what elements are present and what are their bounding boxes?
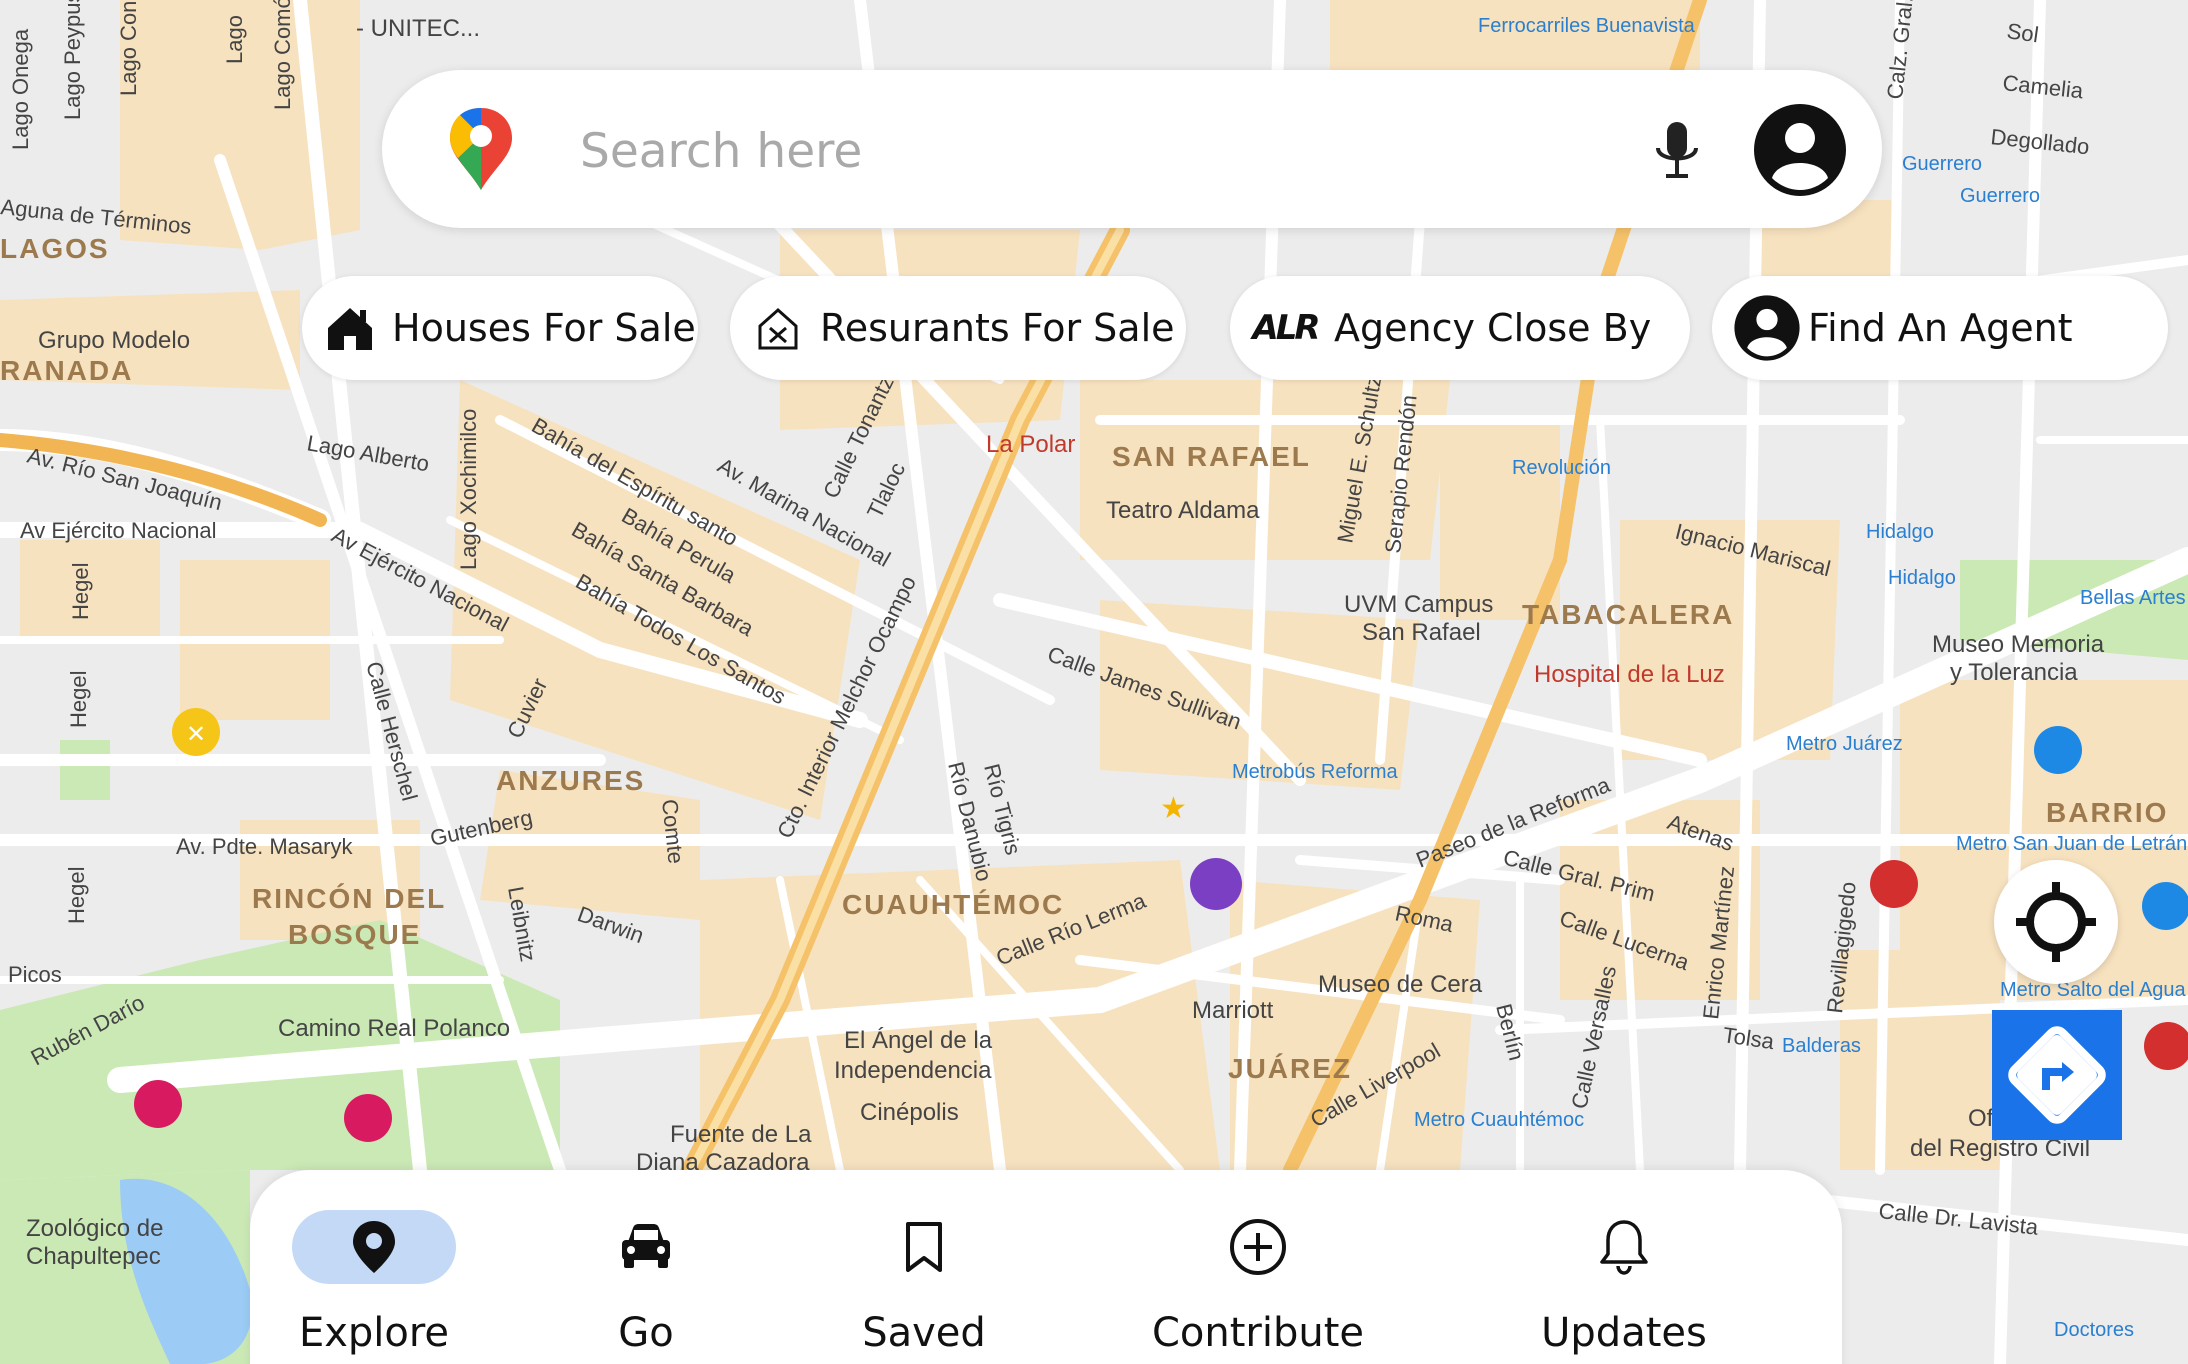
svg-text:Hospital de la Luz: Hospital de la Luz bbox=[1534, 661, 1725, 688]
svg-text:Teatro Aldama: Teatro Aldama bbox=[1106, 497, 1260, 524]
chip-label: Resurants For Sale bbox=[820, 306, 1175, 350]
directions-button[interactable] bbox=[1992, 1010, 2122, 1140]
svg-text:Metro Cuauhtémoc: Metro Cuauhtémoc bbox=[1414, 1109, 1584, 1131]
svg-text:Hegel: Hegel bbox=[64, 867, 89, 924]
svg-text:Lago Con: Lago Con bbox=[116, 1, 141, 96]
svg-text:BOSQUE: BOSQUE bbox=[288, 919, 421, 950]
nav-label: Explore bbox=[298, 1310, 450, 1356]
plus-circle-icon bbox=[1176, 1210, 1340, 1284]
svg-text:Lago Comó: Lago Comó bbox=[270, 0, 295, 110]
svg-text:Hidalgo: Hidalgo bbox=[1888, 567, 1956, 589]
svg-text:Zoológico de: Zoológico de bbox=[26, 1215, 163, 1242]
svg-text:ANZURES: ANZURES bbox=[496, 765, 645, 796]
svg-text:Doctores: Doctores bbox=[2054, 1319, 2134, 1341]
svg-text:Sol: Sol bbox=[2005, 18, 2040, 47]
directions-icon bbox=[2008, 1026, 2106, 1124]
svg-text:Museo de Cera: Museo de Cera bbox=[1318, 971, 1483, 998]
alr-logo-text: ALR bbox=[1252, 308, 1320, 348]
svg-text:Grupo Modelo: Grupo Modelo bbox=[38, 327, 190, 354]
svg-text:Camino Real Polanco: Camino Real Polanco bbox=[278, 1015, 510, 1042]
svg-text:Picos: Picos bbox=[8, 962, 62, 987]
chip-restaurants-for-sale[interactable]: Resurants For Sale bbox=[730, 276, 1186, 380]
nav-explore[interactable]: Explore bbox=[254, 1210, 494, 1364]
nav-label: Updates bbox=[1541, 1310, 1707, 1356]
bookmark-icon bbox=[842, 1210, 1006, 1284]
bar-marker bbox=[2034, 726, 2082, 774]
museum-marker bbox=[134, 1080, 182, 1128]
svg-text:BARRIO: BARRIO bbox=[2046, 797, 2168, 828]
chip-find-an-agent[interactable]: Find An Agent bbox=[1712, 276, 2168, 380]
chip-houses-for-sale[interactable]: Houses For Sale bbox=[302, 276, 698, 380]
svg-text:Balderas: Balderas bbox=[1782, 1035, 1861, 1057]
svg-text:Chapultepec: Chapultepec bbox=[26, 1243, 161, 1270]
restaurant-icon bbox=[750, 300, 806, 356]
nav-label: Go bbox=[618, 1310, 674, 1356]
chip-label: Houses For Sale bbox=[392, 306, 696, 350]
alr-logo-icon: ALR bbox=[1250, 300, 1320, 356]
svg-text:Lago Xochimilco: Lago Xochimilco bbox=[456, 409, 481, 570]
location-pin-icon bbox=[292, 1210, 456, 1284]
nav-saved[interactable]: Saved bbox=[804, 1210, 1044, 1364]
svg-text:Museo Memoria: Museo Memoria bbox=[1932, 631, 2105, 658]
my-location-button[interactable] bbox=[1994, 860, 2118, 984]
svg-text:✕: ✕ bbox=[186, 720, 206, 748]
svg-text:SAN RAFAEL: SAN RAFAEL bbox=[1112, 441, 1311, 472]
crosshair-icon bbox=[2016, 882, 2096, 962]
svg-text:Av. Pdte. Masaryk: Av. Pdte. Masaryk bbox=[176, 834, 353, 859]
house-icon bbox=[322, 300, 378, 356]
google-maps-logo-icon bbox=[450, 108, 512, 190]
svg-text:Fuente de La: Fuente de La bbox=[670, 1121, 812, 1148]
svg-text:Metrobús Reforma: Metrobús Reforma bbox=[1232, 761, 1398, 783]
svg-text:Guerrero: Guerrero bbox=[1902, 153, 1982, 175]
svg-text:- UNITEC...: - UNITEC... bbox=[356, 15, 480, 42]
svg-text:CUAUHTÉMOC: CUAUHTÉMOC bbox=[842, 889, 1064, 920]
nav-contribute[interactable]: Contribute bbox=[1138, 1210, 1378, 1364]
svg-text:Lago: Lago bbox=[222, 15, 247, 64]
chip-agency-close-by[interactable]: ALR Agency Close By bbox=[1230, 276, 1690, 380]
museum-marker bbox=[344, 1094, 392, 1142]
bell-icon bbox=[1542, 1210, 1706, 1284]
svg-text:Bellas Artes: Bellas Artes bbox=[2080, 587, 2186, 609]
svg-text:y Tolerancia: y Tolerancia bbox=[1950, 659, 2078, 686]
nav-label: Contribute bbox=[1151, 1310, 1365, 1356]
svg-text:TABACALERA: TABACALERA bbox=[1522, 599, 1734, 630]
nav-go[interactable]: Go bbox=[526, 1210, 766, 1364]
person-icon bbox=[1732, 295, 1802, 361]
svg-text:UVM Campus: UVM Campus bbox=[1344, 591, 1493, 618]
svg-text:Av Ejército Nacional: Av Ejército Nacional bbox=[20, 518, 216, 543]
svg-text:Guerrero: Guerrero bbox=[1960, 185, 2040, 207]
svg-text:Metro Juárez: Metro Juárez bbox=[1786, 733, 1903, 755]
car-icon bbox=[564, 1210, 728, 1284]
svg-text:LAGOS: LAGOS bbox=[0, 233, 110, 264]
svg-text:Marriott: Marriott bbox=[1192, 997, 1274, 1024]
svg-text:Independencia: Independencia bbox=[834, 1057, 992, 1084]
svg-text:★: ★ bbox=[1160, 791, 1187, 826]
svg-text:Hegel: Hegel bbox=[66, 671, 91, 728]
svg-text:Lago Peypus: Lago Peypus bbox=[60, 0, 85, 120]
bar-marker bbox=[2142, 882, 2188, 930]
search-input[interactable] bbox=[578, 112, 1562, 190]
nav-updates[interactable]: Updates bbox=[1504, 1210, 1744, 1364]
maps-app: SAN RAFAEL TABACALERA ANZURES RINCÓN DEL… bbox=[0, 0, 2188, 1364]
svg-text:JUÁREZ: JUÁREZ bbox=[1228, 1053, 1352, 1084]
shopping-bag-marker bbox=[1190, 858, 1242, 910]
svg-text:RINCÓN DEL: RINCÓN DEL bbox=[252, 883, 446, 914]
svg-text:Lago Onega: Lago Onega bbox=[8, 28, 33, 150]
chip-label: Agency Close By bbox=[1334, 306, 1652, 350]
svg-text:Cinépolis: Cinépolis bbox=[860, 1099, 959, 1126]
svg-text:La Polar: La Polar bbox=[986, 431, 1075, 458]
microphone-icon[interactable] bbox=[1648, 118, 1706, 184]
chip-label: Find An Agent bbox=[1808, 306, 2073, 350]
shopping-marker bbox=[1870, 860, 1918, 908]
svg-text:Metro San Juan de Letrán: Metro San Juan de Letrán bbox=[1956, 833, 2187, 855]
svg-text:Revolución: Revolución bbox=[1512, 457, 1611, 479]
svg-text:El Ángel de la: El Ángel de la bbox=[844, 1027, 993, 1054]
svg-text:RANADA: RANADA bbox=[0, 355, 133, 386]
svg-text:Hidalgo: Hidalgo bbox=[1866, 521, 1934, 543]
svg-text:Ferrocarriles Buenavista: Ferrocarriles Buenavista bbox=[1478, 15, 1696, 37]
account-icon[interactable] bbox=[1752, 102, 1848, 198]
nav-label: Saved bbox=[862, 1310, 986, 1356]
svg-text:San Rafael: San Rafael bbox=[1362, 619, 1481, 646]
svg-text:Hegel: Hegel bbox=[68, 563, 93, 620]
